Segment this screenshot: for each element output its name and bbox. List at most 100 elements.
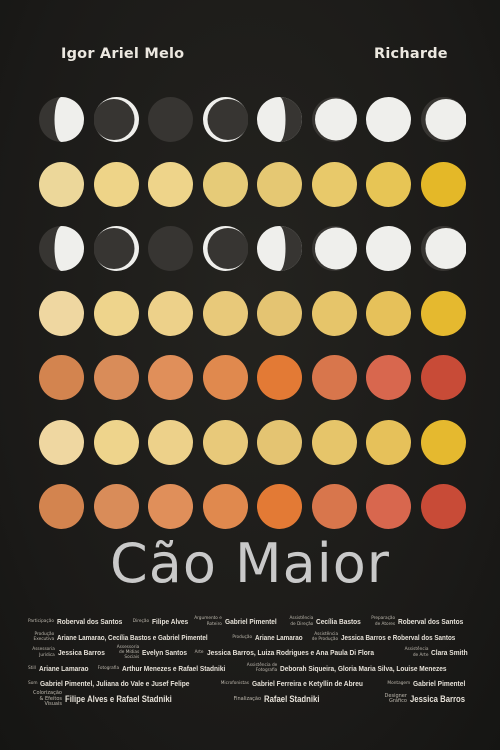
credit-entry: Som Gabriel Pimentel, Juliana do Vale e J… xyxy=(28,679,214,688)
credit-entry: Produção Ariane Lamarao xyxy=(232,633,310,642)
moon-phase-circle xyxy=(311,226,357,271)
moon-phase-circle xyxy=(257,97,302,142)
color-circle xyxy=(420,355,466,400)
color-circle xyxy=(148,419,193,465)
color-circle xyxy=(93,484,139,529)
credit-role: Produção Executiva xyxy=(33,631,55,643)
credit-entry: Assessoria Jurídica Jessica Barros xyxy=(28,647,112,658)
credit-names: Gabriel Pimentel xyxy=(224,617,277,627)
credits-line: Assessoria Jurídica Jessica Barros Assesso… xyxy=(28,645,474,661)
credit-role: Montagem xyxy=(387,681,411,687)
credit-names: Jessica Barros xyxy=(409,694,466,705)
credit-names: Filipe Alves xyxy=(152,617,189,627)
moon-phase-circle xyxy=(148,97,193,142)
moon-phase-circle xyxy=(148,226,193,271)
credit-entry: Assessoria de Mídias Sociais Evelyn Santo… xyxy=(112,645,194,661)
credit-names: Gabriel Pimentel xyxy=(413,679,466,689)
credit-names: Ariane Lamarao xyxy=(38,663,89,673)
credits-line: Som Gabriel Pimentel, Juliana do Vale e J… xyxy=(28,676,474,692)
credit-entry: Direção Filipe Alves xyxy=(133,617,194,626)
color-circle xyxy=(148,484,193,529)
credit-names: Evelyn Santos xyxy=(142,648,188,658)
moon-phase-circle xyxy=(93,97,139,142)
circle-grid xyxy=(39,97,469,549)
actor-name-right: Richarde xyxy=(374,46,448,62)
color-circle xyxy=(39,484,84,529)
credit-entry: Assistência de Arte Clara Smith xyxy=(401,647,474,658)
color-circle xyxy=(39,355,84,400)
color-circle xyxy=(366,161,411,207)
credit-role: Assistência de Produção xyxy=(311,631,339,643)
color-circle-row xyxy=(39,484,469,529)
credit-role: Assistência de Direção xyxy=(289,616,314,627)
credit-names: Roberval dos Santos xyxy=(398,617,464,627)
color-circle xyxy=(93,419,139,465)
moon-phase-circle xyxy=(366,97,411,142)
credits-line: Colorização & Efeitos Visuais Filipe Alve… xyxy=(28,690,474,708)
color-circle xyxy=(39,161,84,207)
color-circle xyxy=(93,161,139,207)
credit-role: Argumento e Roteiro xyxy=(194,616,222,627)
color-circle xyxy=(39,419,84,465)
color-circle xyxy=(93,290,139,336)
color-circle xyxy=(311,419,357,465)
credit-role: Assessoria Jurídica xyxy=(32,647,55,658)
credit-entry: Fotografia Arthur Menezes e Rafael Stadni… xyxy=(98,664,243,673)
color-circle xyxy=(366,419,411,465)
color-circle-row xyxy=(39,419,469,465)
color-circle xyxy=(257,161,302,207)
credit-role: Finalização xyxy=(233,695,262,702)
color-circle xyxy=(311,161,357,207)
credits-line: Participação Roberval dos Santos Direção Fi… xyxy=(28,614,474,630)
credit-role: Produção xyxy=(232,634,253,640)
color-circle xyxy=(420,484,466,529)
credit-role: Direção xyxy=(132,619,150,625)
poster-title: Cão Maior xyxy=(110,532,390,595)
moon-phase-row xyxy=(39,97,469,142)
color-circle xyxy=(257,484,302,529)
color-circle xyxy=(366,484,411,529)
credit-role: Colorização & Efeitos Visuais xyxy=(32,690,62,707)
moon-phase-circle xyxy=(420,226,466,271)
moon-phase-circle xyxy=(311,97,357,142)
credit-names: Clara Smith xyxy=(431,648,469,658)
color-circle xyxy=(311,484,357,529)
credit-role: Preparação de Atores xyxy=(371,616,396,627)
credit-role: Still xyxy=(28,665,36,671)
credit-entry: Still Ariane Lamarao xyxy=(28,664,96,673)
color-circle xyxy=(420,161,466,207)
color-circle xyxy=(148,161,193,207)
color-circle xyxy=(257,290,302,336)
color-circle xyxy=(148,290,193,336)
poster: Igor Ariel Melo Richarde Cão Maior Parti… xyxy=(0,0,500,750)
color-circle xyxy=(257,355,302,400)
credit-role: Assistência de Arte xyxy=(404,647,429,658)
credit-role: Designer Gráfico xyxy=(384,692,407,705)
credit-role: Arte xyxy=(194,650,204,656)
credit-role: Assessoria de Mídias Sociais xyxy=(116,644,140,661)
color-circle xyxy=(93,355,139,400)
color-circle-row xyxy=(39,290,469,336)
credit-entry: Argumento e Roteiro Gabriel Pimentel xyxy=(194,616,285,627)
credits-line: Produção Executiva Ariane Lamarao, Cecíli… xyxy=(28,630,474,646)
credit-names: Jessica Barros e Roberval dos Santos xyxy=(341,632,456,642)
credit-entry: Montagem Gabriel Pimentel xyxy=(387,679,474,688)
color-circle xyxy=(257,419,302,465)
credit-names: Ariane Lamarao xyxy=(255,632,303,642)
credit-entry: Designer Gráfico Jessica Barros xyxy=(373,692,474,705)
moon-phase-circle xyxy=(39,226,84,271)
credit-entry: Preparação de Atores Roberval dos Santos xyxy=(368,616,474,627)
actor-name-left: Igor Ariel Melo xyxy=(61,46,185,62)
credit-names: Arthur Menezes e Rafael Stadniki xyxy=(122,663,226,673)
credit-entry: Assistência de Fotografia Deborah Siqueir… xyxy=(243,663,474,674)
credit-names: Ariane Lamarao, Cecília Bastos e Gabriel… xyxy=(57,632,208,642)
credit-names: Filipe Alves e Rafael Stadniki xyxy=(65,694,172,705)
moon-phase-circle xyxy=(257,226,302,271)
credit-entry: Finalização Rafael Stadniki xyxy=(234,694,329,704)
credit-names: Rafael Stadniki xyxy=(264,694,320,705)
color-circle xyxy=(202,290,248,336)
credit-entry: Participação Roberval dos Santos xyxy=(28,617,133,626)
credit-role: Participação xyxy=(28,619,54,625)
color-circle xyxy=(420,290,466,336)
credit-names: Gabriel Ferreira e Ketyllin de Abreu xyxy=(251,679,363,689)
